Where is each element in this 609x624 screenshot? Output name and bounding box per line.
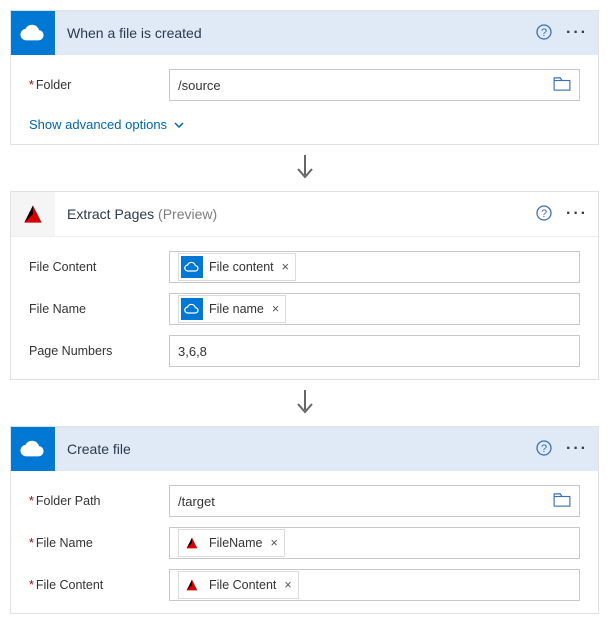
page-numbers-label: Page Numbers	[29, 344, 169, 358]
folder-input[interactable]: /source	[169, 69, 580, 101]
token-remove-icon[interactable]: ×	[272, 302, 279, 316]
preview-badge: (Preview)	[158, 206, 217, 222]
file-content-input[interactable]: File content ×	[169, 251, 580, 283]
token-label: FileName	[209, 536, 263, 550]
token-label: File Content	[209, 578, 276, 592]
file-content-token[interactable]: File content ×	[178, 253, 296, 281]
folder-row: *Folder /source	[29, 69, 580, 101]
svg-text:?: ?	[541, 443, 547, 455]
flow-arrow	[10, 145, 599, 191]
token-label: File name	[209, 302, 264, 316]
folder-picker-icon[interactable]	[553, 493, 571, 510]
more-menu-icon[interactable]: ···	[566, 28, 588, 38]
token-label: File content	[209, 260, 274, 274]
file-name-row: File Name File name ×	[29, 293, 580, 325]
step2-title: Extract Pages (Preview)	[55, 206, 536, 222]
token-remove-icon[interactable]: ×	[282, 260, 289, 274]
advanced-options-label: Show advanced options	[29, 117, 167, 132]
step-extract-pages: Extract Pages (Preview) ? ··· File Conte…	[10, 191, 599, 380]
step3-title: Create file	[55, 441, 536, 457]
file-content-label: File Content	[29, 260, 169, 274]
file-name-input[interactable]: FileName ×	[169, 527, 580, 559]
file-name-token[interactable]: File name ×	[178, 295, 286, 323]
folder-path-input[interactable]: /target	[169, 485, 580, 517]
page-numbers-row: Page Numbers 3,6,8	[29, 335, 580, 367]
token-remove-icon[interactable]: ×	[271, 536, 278, 550]
page-numbers-value: 3,6,8	[178, 344, 571, 359]
file-content-row: *File Content File Content ×	[29, 569, 580, 601]
more-menu-icon[interactable]: ···	[566, 209, 588, 219]
file-content-label: *File Content	[29, 578, 169, 592]
svg-text:?: ?	[541, 27, 547, 39]
file-name-input[interactable]: File name ×	[169, 293, 580, 325]
token-remove-icon[interactable]: ×	[284, 578, 291, 592]
onedrive-icon	[11, 427, 55, 471]
extract-pages-icon	[181, 532, 203, 554]
folder-path-value: /target	[178, 494, 553, 509]
svg-text:?: ?	[541, 208, 547, 220]
folder-path-row: *Folder Path /target	[29, 485, 580, 517]
flow-arrow	[10, 380, 599, 426]
onedrive-icon	[11, 11, 55, 55]
extract-pages-icon	[181, 574, 203, 596]
help-icon[interactable]: ?	[536, 440, 552, 459]
file-name-label: File Name	[29, 302, 169, 316]
step2-header[interactable]: Extract Pages (Preview) ? ···	[11, 192, 598, 237]
step1-header[interactable]: When a file is created ? ···	[11, 11, 598, 55]
file-name-row: *File Name FileName ×	[29, 527, 580, 559]
step1-title: When a file is created	[55, 25, 536, 41]
file-content-row: File Content File content ×	[29, 251, 580, 283]
file-content-token[interactable]: File Content ×	[178, 571, 299, 599]
help-icon[interactable]: ?	[536, 24, 552, 43]
folder-value: /source	[178, 78, 553, 93]
page-numbers-input[interactable]: 3,6,8	[169, 335, 580, 367]
show-advanced-options-link[interactable]: Show advanced options	[29, 117, 185, 132]
step-when-file-created: When a file is created ? ··· *Folder /so…	[10, 10, 599, 145]
file-name-label: *File Name	[29, 536, 169, 550]
chevron-down-icon	[173, 119, 185, 131]
more-menu-icon[interactable]: ···	[566, 444, 588, 454]
help-icon[interactable]: ?	[536, 205, 552, 224]
extract-pages-icon	[11, 192, 55, 236]
folder-picker-icon[interactable]	[553, 77, 571, 94]
step3-header[interactable]: Create file ? ···	[11, 427, 598, 471]
file-name-token[interactable]: FileName ×	[178, 529, 285, 557]
folder-path-label: *Folder Path	[29, 494, 169, 508]
onedrive-icon	[181, 256, 203, 278]
onedrive-icon	[181, 298, 203, 320]
file-content-input[interactable]: File Content ×	[169, 569, 580, 601]
folder-label: *Folder	[29, 78, 169, 92]
